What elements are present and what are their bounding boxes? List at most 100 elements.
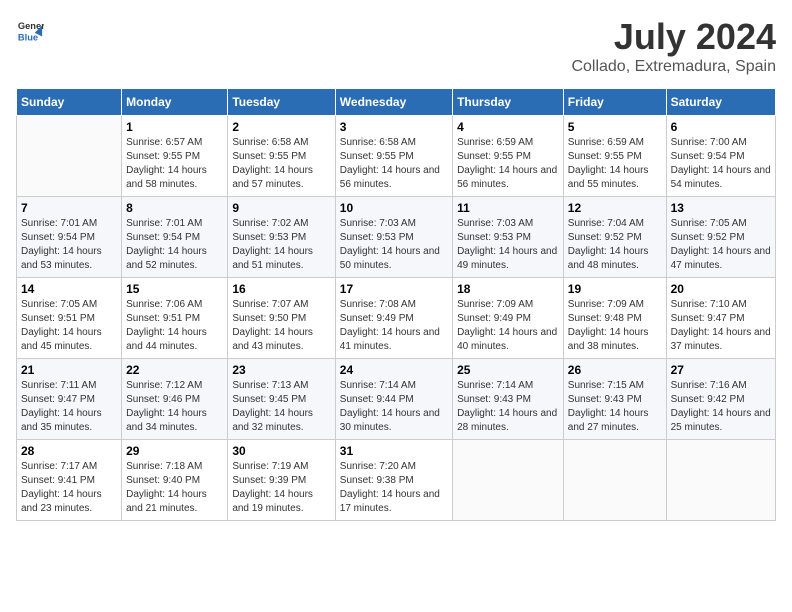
calendar-cell: 1 Sunrise: 6:57 AMSunset: 9:55 PMDaylight…: [122, 116, 228, 197]
cell-sun-info: Sunrise: 7:00 AMSunset: 9:54 PMDaylight:…: [671, 136, 771, 192]
calendar-cell: 31 Sunrise: 7:20 AMSunset: 9:38 PMDayligh…: [335, 440, 452, 521]
calendar-cell: [17, 116, 122, 197]
day-number: 6: [671, 120, 771, 134]
calendar-week-row: 7 Sunrise: 7:01 AMSunset: 9:54 PMDaylight…: [17, 197, 776, 278]
month-year-title: July 2024: [571, 16, 776, 58]
day-number: 29: [126, 444, 223, 458]
day-number: 20: [671, 282, 771, 296]
day-number: 27: [671, 363, 771, 377]
calendar-cell: 18 Sunrise: 7:09 AMSunset: 9:49 PMDayligh…: [453, 278, 564, 359]
day-number: 21: [21, 363, 117, 377]
calendar-cell: 19 Sunrise: 7:09 AMSunset: 9:48 PMDayligh…: [563, 278, 666, 359]
cell-sun-info: Sunrise: 6:57 AMSunset: 9:55 PMDaylight:…: [126, 136, 223, 192]
calendar-cell: 7 Sunrise: 7:01 AMSunset: 9:54 PMDaylight…: [17, 197, 122, 278]
calendar-cell: 2 Sunrise: 6:58 AMSunset: 9:55 PMDaylight…: [228, 116, 335, 197]
location-subtitle: Collado, Extremadura, Spain: [571, 58, 776, 76]
day-number: 3: [340, 120, 448, 134]
cell-sun-info: Sunrise: 7:02 AMSunset: 9:53 PMDaylight:…: [232, 217, 330, 273]
cell-sun-info: Sunrise: 7:20 AMSunset: 9:38 PMDaylight:…: [340, 460, 448, 516]
calendar-cell: [453, 440, 564, 521]
day-number: 16: [232, 282, 330, 296]
day-number: 1: [126, 120, 223, 134]
calendar-cell: 5Sunrise: 6:59 AMSunset: 9:55 PMDaylight…: [563, 116, 666, 197]
weekday-header-saturday: Saturday: [666, 89, 775, 116]
day-number: 13: [671, 201, 771, 215]
cell-sun-info: Sunrise: 7:15 AMSunset: 9:43 PMDaylight:…: [568, 379, 662, 435]
calendar-cell: 23 Sunrise: 7:13 AMSunset: 9:45 PMDayligh…: [228, 359, 335, 440]
calendar-cell: 10 Sunrise: 7:03 AMSunset: 9:53 PMDayligh…: [335, 197, 452, 278]
calendar-week-row: 21 Sunrise: 7:11 AMSunset: 9:47 PMDayligh…: [17, 359, 776, 440]
cell-sun-info: Sunrise: 7:03 AMSunset: 9:53 PMDaylight:…: [457, 217, 559, 273]
cell-sun-info: Sunrise: 7:01 AMSunset: 9:54 PMDaylight:…: [21, 217, 117, 273]
cell-sun-info: Sunrise: 7:07 AMSunset: 9:50 PMDaylight:…: [232, 298, 330, 354]
day-number: 30: [232, 444, 330, 458]
calendar-cell: 24 Sunrise: 7:14 AMSunset: 9:44 PMDayligh…: [335, 359, 452, 440]
calendar-cell: 11Sunrise: 7:03 AMSunset: 9:53 PMDayligh…: [453, 197, 564, 278]
cell-sun-info: Sunrise: 7:03 AMSunset: 9:53 PMDaylight:…: [340, 217, 448, 273]
day-number: 9: [232, 201, 330, 215]
cell-sun-info: Sunrise: 7:14 AMSunset: 9:43 PMDaylight:…: [457, 379, 559, 435]
calendar-cell: 6 Sunrise: 7:00 AMSunset: 9:54 PMDaylight…: [666, 116, 775, 197]
calendar-week-row: 28Sunrise: 7:17 AMSunset: 9:41 PMDayligh…: [17, 440, 776, 521]
day-number: 22: [126, 363, 223, 377]
calendar-cell: 12Sunrise: 7:04 AMSunset: 9:52 PMDayligh…: [563, 197, 666, 278]
cell-sun-info: Sunrise: 7:11 AMSunset: 9:47 PMDaylight:…: [21, 379, 117, 435]
weekday-header-tuesday: Tuesday: [228, 89, 335, 116]
cell-sun-info: Sunrise: 6:58 AMSunset: 9:55 PMDaylight:…: [340, 136, 448, 192]
cell-sun-info: Sunrise: 7:13 AMSunset: 9:45 PMDaylight:…: [232, 379, 330, 435]
day-number: 19: [568, 282, 662, 296]
header: General Blue July 2024 Collado, Extremad…: [16, 16, 776, 76]
day-number: 23: [232, 363, 330, 377]
day-number: 26: [568, 363, 662, 377]
calendar-cell: 14 Sunrise: 7:05 AMSunset: 9:51 PMDayligh…: [17, 278, 122, 359]
day-number: 31: [340, 444, 448, 458]
calendar-cell: 16 Sunrise: 7:07 AMSunset: 9:50 PMDayligh…: [228, 278, 335, 359]
weekday-header-sunday: Sunday: [17, 89, 122, 116]
calendar-table: SundayMondayTuesdayWednesdayThursdayFrid…: [16, 88, 776, 521]
calendar-cell: 21 Sunrise: 7:11 AMSunset: 9:47 PMDayligh…: [17, 359, 122, 440]
calendar-cell: 15 Sunrise: 7:06 AMSunset: 9:51 PMDayligh…: [122, 278, 228, 359]
calendar-cell: 9 Sunrise: 7:02 AMSunset: 9:53 PMDaylight…: [228, 197, 335, 278]
general-blue-logo-icon: General Blue: [16, 16, 44, 44]
cell-sun-info: Sunrise: 7:05 AMSunset: 9:51 PMDaylight:…: [21, 298, 117, 354]
cell-sun-info: Sunrise: 7:09 AMSunset: 9:48 PMDaylight:…: [568, 298, 662, 354]
day-number: 8: [126, 201, 223, 215]
cell-sun-info: Sunrise: 7:12 AMSunset: 9:46 PMDaylight:…: [126, 379, 223, 435]
day-number: 24: [340, 363, 448, 377]
cell-sun-info: Sunrise: 7:09 AMSunset: 9:49 PMDaylight:…: [457, 298, 559, 354]
cell-sun-info: Sunrise: 7:19 AMSunset: 9:39 PMDaylight:…: [232, 460, 330, 516]
weekday-header-row: SundayMondayTuesdayWednesdayThursdayFrid…: [17, 89, 776, 116]
calendar-cell: 3 Sunrise: 6:58 AMSunset: 9:55 PMDaylight…: [335, 116, 452, 197]
cell-sun-info: Sunrise: 7:05 AMSunset: 9:52 PMDaylight:…: [671, 217, 771, 273]
cell-sun-info: Sunrise: 7:04 AMSunset: 9:52 PMDaylight:…: [568, 217, 662, 273]
calendar-cell: 4Sunrise: 6:59 AMSunset: 9:55 PMDaylight…: [453, 116, 564, 197]
day-number: 15: [126, 282, 223, 296]
calendar-week-row: 14 Sunrise: 7:05 AMSunset: 9:51 PMDayligh…: [17, 278, 776, 359]
weekday-header-wednesday: Wednesday: [335, 89, 452, 116]
calendar-cell: 17 Sunrise: 7:08 AMSunset: 9:49 PMDayligh…: [335, 278, 452, 359]
day-number: 4: [457, 120, 559, 134]
calendar-cell: 20Sunrise: 7:10 AMSunset: 9:47 PMDayligh…: [666, 278, 775, 359]
cell-sun-info: Sunrise: 7:01 AMSunset: 9:54 PMDaylight:…: [126, 217, 223, 273]
calendar-week-row: 1 Sunrise: 6:57 AMSunset: 9:55 PMDaylight…: [17, 116, 776, 197]
calendar-cell: 22 Sunrise: 7:12 AMSunset: 9:46 PMDayligh…: [122, 359, 228, 440]
calendar-cell: [563, 440, 666, 521]
day-number: 18: [457, 282, 559, 296]
title-area: July 2024 Collado, Extremadura, Spain: [571, 16, 776, 76]
day-number: 17: [340, 282, 448, 296]
cell-sun-info: Sunrise: 7:14 AMSunset: 9:44 PMDaylight:…: [340, 379, 448, 435]
svg-text:Blue: Blue: [18, 32, 38, 42]
calendar-cell: 30 Sunrise: 7:19 AMSunset: 9:39 PMDayligh…: [228, 440, 335, 521]
day-number: 25: [457, 363, 559, 377]
cell-sun-info: Sunrise: 7:06 AMSunset: 9:51 PMDaylight:…: [126, 298, 223, 354]
cell-sun-info: Sunrise: 7:16 AMSunset: 9:42 PMDaylight:…: [671, 379, 771, 435]
day-number: 14: [21, 282, 117, 296]
weekday-header-monday: Monday: [122, 89, 228, 116]
day-number: 5: [568, 120, 662, 134]
cell-sun-info: Sunrise: 7:08 AMSunset: 9:49 PMDaylight:…: [340, 298, 448, 354]
calendar-cell: 8 Sunrise: 7:01 AMSunset: 9:54 PMDaylight…: [122, 197, 228, 278]
day-number: 7: [21, 201, 117, 215]
cell-sun-info: Sunrise: 6:58 AMSunset: 9:55 PMDaylight:…: [232, 136, 330, 192]
day-number: 10: [340, 201, 448, 215]
day-number: 2: [232, 120, 330, 134]
